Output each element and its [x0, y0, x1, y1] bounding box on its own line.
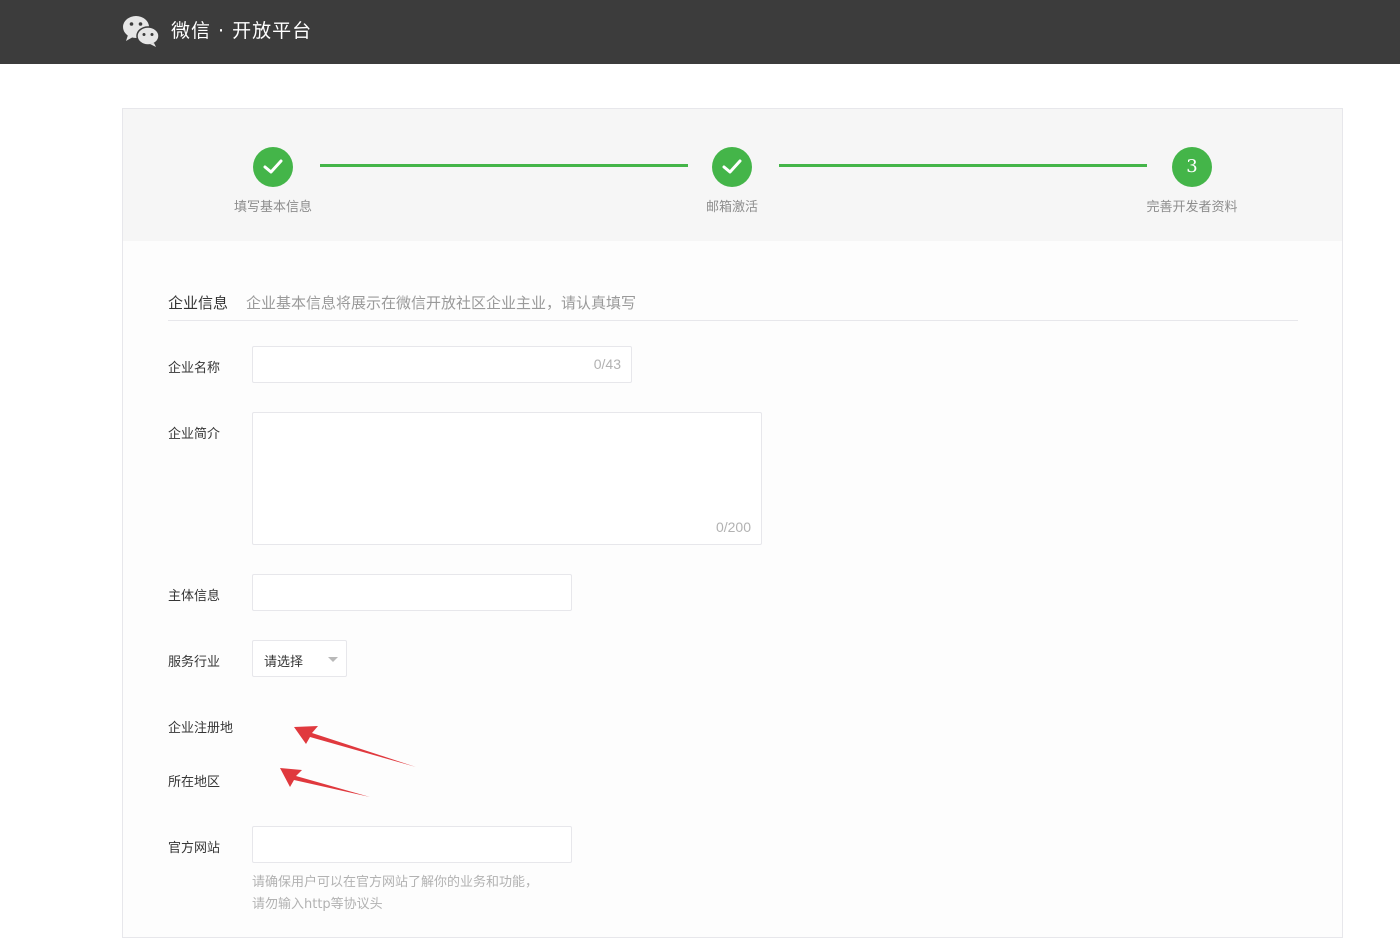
- industry-select[interactable]: 请选择: [252, 640, 347, 677]
- step-2-done-icon: [712, 147, 752, 187]
- wechat-logo-icon[interactable]: [122, 14, 160, 48]
- section-description: 企业基本信息将展示在微信开放社区企业主业，请认真填写: [246, 294, 637, 312]
- company-intro-textarea[interactable]: 0/200: [252, 412, 762, 545]
- industry-select-value: 请选择: [264, 655, 304, 670]
- caret-down-icon: [328, 657, 338, 662]
- step-2-label: 邮箱激活: [705, 200, 758, 215]
- top-bar: 微信 · 开放平台: [0, 0, 1400, 64]
- registration-card: 填写基本信息 邮箱激活 3 完善开发者资料 企业信息 企业基本信息将展示在微信开…: [122, 108, 1343, 938]
- industry-label: 服务行业: [168, 655, 221, 670]
- step-3-current: 3: [1172, 147, 1212, 187]
- step-3-label: 完善开发者资料: [1146, 200, 1238, 215]
- step-connector-2: [779, 164, 1147, 167]
- registered-place-label: 企业注册地: [168, 721, 234, 736]
- step-connector-1: [320, 164, 688, 167]
- step-3-number: 3: [1186, 156, 1198, 177]
- step-1-done-icon: [253, 147, 293, 187]
- section-title: 企业信息: [168, 294, 229, 312]
- company-name-label: 企业名称: [168, 361, 221, 376]
- entity-info-label: 主体信息: [168, 589, 221, 604]
- brand-title[interactable]: 微信 · 开放平台: [171, 18, 312, 44]
- website-input[interactable]: [252, 826, 572, 863]
- region-label: 所在地区: [168, 775, 221, 790]
- company-intro-counter: 0/200: [715, 519, 751, 535]
- progress-steps: 填写基本信息 邮箱激活 3 完善开发者资料: [123, 109, 1342, 241]
- entity-info-input[interactable]: [252, 574, 572, 611]
- company-intro-label: 企业简介: [168, 427, 221, 442]
- website-hint-line-1: 请确保用户可以在官方网站了解你的业务和功能，: [252, 875, 539, 890]
- company-name-input[interactable]: 0/43: [252, 346, 632, 383]
- section-header: 企业信息 企业基本信息将展示在微信开放社区企业主业，请认真填写: [168, 291, 1298, 321]
- step-1-label: 填写基本信息: [233, 200, 312, 215]
- website-hint-line-2: 请勿输入http等协议头: [252, 897, 383, 912]
- website-label: 官方网站: [168, 841, 221, 856]
- company-name-counter: 0/43: [593, 356, 621, 372]
